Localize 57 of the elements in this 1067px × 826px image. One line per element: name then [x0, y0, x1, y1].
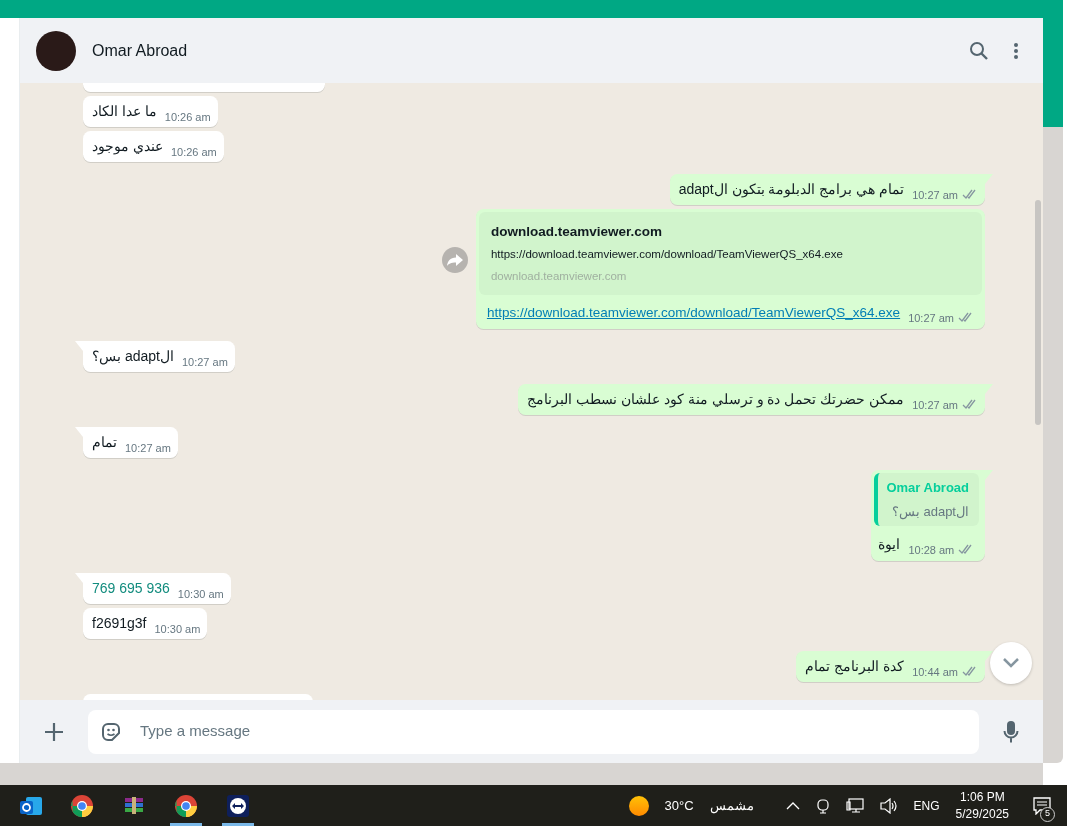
- message-time: 10:30 am: [177, 586, 224, 602]
- chevron-up-icon[interactable]: [785, 801, 800, 810]
- message-time: 10:26 am: [164, 109, 211, 125]
- message-text: تمام: [92, 433, 117, 453]
- chevron-down-icon: [1002, 657, 1020, 669]
- browser-icon: [174, 793, 198, 818]
- weather-text[interactable]: مشمس: [709, 795, 754, 816]
- network-icon[interactable]: [845, 797, 864, 814]
- message-text: ممكن حضرتك تحمل دة و ترسلي منة كود علشان نسطب البرنامج: [527, 390, 905, 410]
- browser-icon: [70, 793, 94, 818]
- menu-icon[interactable]: [1013, 41, 1019, 60]
- message-link[interactable]: https://download.teamviewer.com/download/TeamViewerQS_x64.exe: [486, 302, 901, 323]
- double-check-icon: [962, 189, 978, 200]
- message-text: ايوة: [878, 535, 901, 555]
- temperature-text[interactable]: 30°C: [664, 795, 694, 816]
- plus-icon[interactable]: [44, 721, 64, 742]
- double-check-icon: [962, 399, 978, 410]
- contact-name[interactable]: Omar Abroad: [92, 38, 188, 63]
- microphone-icon[interactable]: [1003, 719, 1019, 744]
- message-time: 10:27 am: [125, 440, 171, 456]
- message-text: تمام هي برامج الدبلومة بتكون الadapt: [678, 180, 905, 200]
- search-icon[interactable]: [969, 40, 989, 61]
- message-time: 10:27 am: [181, 354, 228, 370]
- link-preview-domain: download.teamviewer.com: [490, 268, 628, 284]
- phone-number-link[interactable]: 769 695 936: [92, 578, 170, 599]
- forward-icon: [446, 254, 463, 266]
- message-text: f2691g3f: [92, 614, 147, 633]
- message-text: كدة البرنامج تمام: [805, 657, 905, 677]
- scroll-down-button[interactable]: [990, 642, 1032, 684]
- link-preview-url: https://download.teamviewer.com/download/TeamViewerQS_x64.exe: [490, 247, 844, 263]
- double-check-icon: [962, 666, 978, 677]
- message-text: عندي موجود: [92, 137, 163, 157]
- message-field[interactable]: Type a message: [88, 709, 979, 754]
- message-time: 10:27 am: [912, 187, 958, 203]
- language-indicator[interactable]: ENG: [913, 796, 940, 815]
- clock[interactable]: 1:06 PM 5/29/2025: [955, 789, 1009, 822]
- notification-count: 5: [1040, 806, 1055, 822]
- message-text: ما عدا الكاد: [92, 102, 157, 121]
- camera-icon[interactable]: [815, 796, 830, 815]
- message-text: الadapt بس؟: [92, 347, 174, 367]
- message-time: 10:26 am: [170, 144, 217, 160]
- double-check-icon: [958, 312, 974, 323]
- message-time: 10:28 am: [908, 542, 955, 558]
- remote-desktop-icon: [226, 793, 250, 818]
- quoted-text: الadapt بس؟: [890, 502, 969, 521]
- message-time: 10:30 am: [154, 621, 201, 637]
- avatar[interactable]: [36, 30, 76, 71]
- sticker-icon[interactable]: [100, 720, 122, 743]
- link-preview-card[interactable]: download.teamviewer.com https://download.teamviewer.com/download/TeamViewerQS_x64.exe download.teamviewer.com: [478, 212, 982, 295]
- sun-icon: [628, 795, 649, 816]
- message-time: 10:44 am: [912, 664, 958, 680]
- message-icon: [1033, 797, 1051, 816]
- message-time: 10:27 am: [908, 310, 954, 326]
- link-preview-title: download.teamviewer.com: [490, 223, 663, 241]
- message-time: 10:27 am: [912, 397, 958, 413]
- quoted-sender: Omar Abroad: [886, 479, 969, 497]
- volume-icon[interactable]: [879, 797, 898, 814]
